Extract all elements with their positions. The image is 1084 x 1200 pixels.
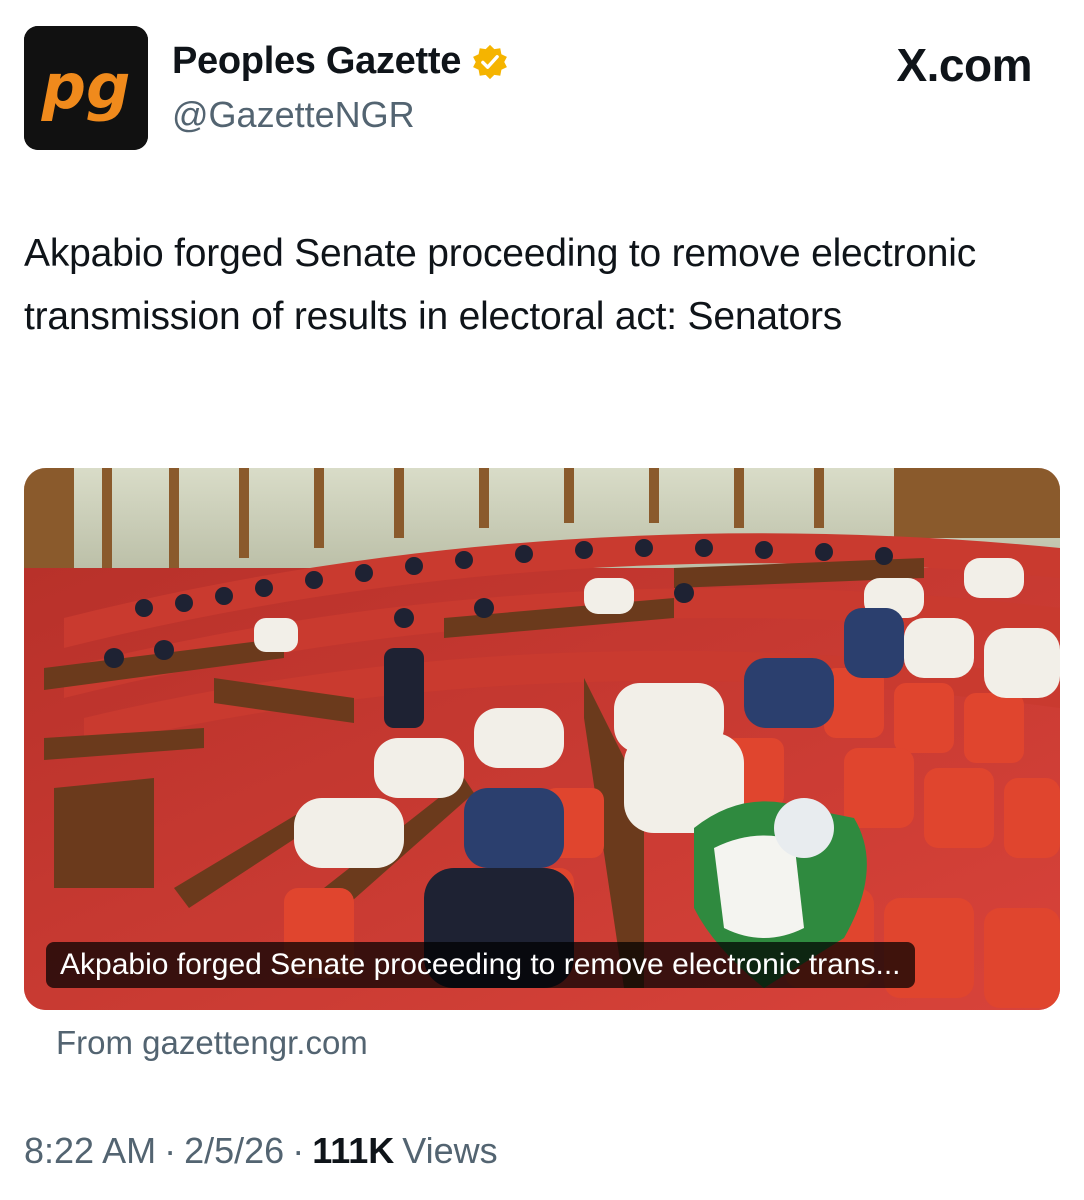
tweet-time[interactable]: 8:22 AM: [24, 1130, 156, 1172]
tweet-text: Akpabio forged Senate proceeding to remo…: [24, 232, 977, 338]
senate-chamber-photo: [24, 468, 1060, 1010]
views-label: Views: [402, 1130, 498, 1171]
meta-separator: ·: [164, 1130, 177, 1171]
x-brand-label: X.com: [896, 39, 1032, 91]
views-count: 111K: [312, 1130, 395, 1171]
tweet-meta: 8:22 AM · 2/5/26 · 111K Views: [24, 1130, 498, 1172]
display-name[interactable]: Peoples Gazette: [172, 40, 461, 83]
tweet-date[interactable]: 2/5/26: [184, 1130, 284, 1172]
account-name-row: Peoples Gazette: [172, 40, 509, 83]
svg-text:pg: pg: [41, 50, 131, 123]
link-card[interactable]: Akpabio forged Senate proceeding to remo…: [24, 468, 1060, 1010]
account-handle[interactable]: @GazetteNGR: [172, 94, 415, 136]
avatar[interactable]: pg: [24, 26, 148, 150]
peoples-gazette-logo: pg: [24, 26, 148, 150]
link-card-caption: Akpabio forged Senate proceeding to remo…: [46, 942, 915, 988]
meta-separator: ·: [292, 1130, 305, 1171]
verified-badge-icon[interactable]: [471, 43, 509, 81]
link-card-source[interactable]: From gazettengr.com: [56, 1024, 368, 1062]
